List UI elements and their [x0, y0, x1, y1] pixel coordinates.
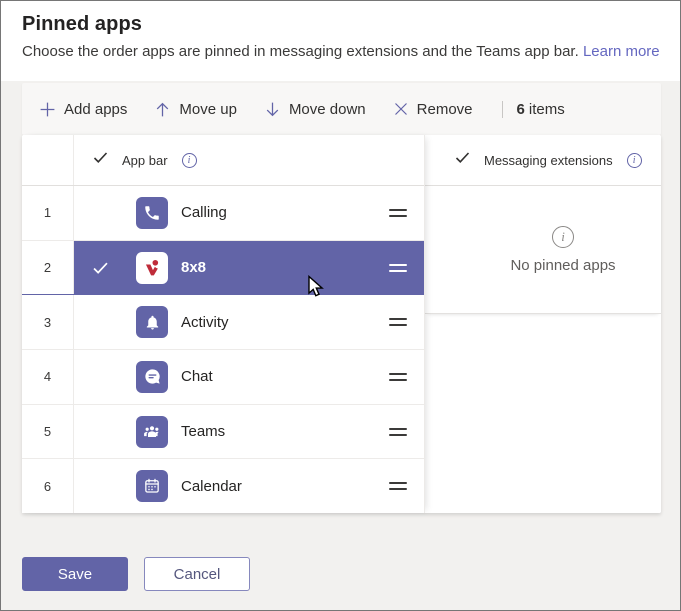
table-row[interactable]: 6 Calendar: [22, 459, 424, 514]
toolbar-buttons-host: Add apps Move up Move down Remove: [39, 101, 500, 118]
empty-state: i No pinned apps: [425, 186, 661, 314]
table-row[interactable]: 2 8x8: [22, 240, 424, 296]
selected-check-icon: [92, 261, 114, 275]
subtitle-text: Choose the order apps are pinned in mess…: [22, 43, 579, 60]
row-number: 4: [22, 350, 74, 404]
row-content[interactable]: Calendar: [74, 459, 424, 513]
save-button[interactable]: Save: [22, 557, 128, 591]
row-number: 3: [22, 295, 74, 350]
row-content[interactable]: Teams: [74, 405, 424, 459]
messaging-extensions-column-label: Messaging extensions: [484, 152, 613, 168]
app-bar-rows: 1 Calling 2 8x8 3 Activity 4 Chat 5 Team…: [22, 186, 424, 514]
learn-more-link[interactable]: Learn more: [583, 43, 660, 60]
move-down-button[interactable]: Move down: [264, 101, 366, 118]
row-number: 2: [22, 240, 74, 295]
app-name: Activity: [181, 313, 229, 331]
page-title: Pinned apps: [22, 13, 143, 35]
8x8-app-icon: [136, 251, 168, 284]
app-bar-info-icon[interactable]: i: [181, 152, 197, 168]
table-row[interactable]: 1 Calling: [22, 186, 424, 241]
empty-state-info-icon: i: [552, 225, 574, 248]
calendar-app-icon: [136, 470, 168, 503]
row-content[interactable]: Calling: [74, 186, 424, 240]
empty-state-text: No pinned apps: [510, 256, 616, 274]
toolbar-divider: [501, 100, 503, 118]
app-name: 8x8: [181, 259, 207, 276]
drag-handle-icon[interactable]: [389, 208, 407, 217]
drag-handle-icon[interactable]: [389, 318, 407, 327]
table-row[interactable]: 5 Teams: [22, 404, 424, 460]
row-number: 6: [22, 459, 74, 514]
app-bar-column: App bar i 1 Calling 2 8x8 3 Activity 4 C…: [22, 135, 425, 514]
app-bar-header-content: App bar i: [74, 151, 197, 169]
move-up-button[interactable]: Move up: [154, 101, 237, 118]
app-name: Calendar: [181, 477, 242, 495]
drag-handle-icon[interactable]: [389, 372, 407, 381]
add-apps-button[interactable]: Add apps: [39, 101, 127, 118]
item-count-label: items: [528, 100, 565, 118]
activity-app-icon: [136, 306, 168, 339]
move-up-arrow-icon: [154, 101, 171, 118]
app-bar-header: App bar i: [22, 135, 424, 186]
item-count: 6 items: [517, 101, 565, 118]
command-toolbar: Add apps Move up Move down Remove 6 items: [22, 83, 661, 135]
app-name: Calling: [181, 204, 227, 222]
messaging-extensions-header: Messaging extensions i: [425, 135, 661, 186]
table-row[interactable]: 3 Activity: [22, 295, 424, 351]
add-apps-plus-icon: [39, 101, 56, 118]
row-content[interactable]: Activity: [74, 295, 424, 349]
row-content[interactable]: Chat: [74, 350, 424, 404]
column-check-icon[interactable]: [455, 151, 470, 169]
remove-button[interactable]: Remove: [393, 101, 473, 118]
calling-app-icon: [136, 196, 168, 229]
page-header: Pinned apps Choose the order apps are pi…: [22, 13, 662, 60]
table-row[interactable]: 4 Chat: [22, 350, 424, 405]
teams-app-icon: [136, 415, 168, 448]
chat-app-icon: [136, 360, 168, 393]
app-bar-column-label: App bar: [122, 152, 168, 168]
messaging-extensions-info-icon[interactable]: i: [626, 152, 642, 168]
pinned-apps-table: App bar i 1 Calling 2 8x8 3 Activity 4 C…: [22, 135, 661, 514]
messaging-extensions-column: Messaging extensions i i No pinned apps: [425, 135, 661, 513]
cancel-button[interactable]: Cancel: [144, 557, 250, 591]
move-down-arrow-icon: [264, 101, 281, 118]
item-count-number: 6: [516, 100, 525, 118]
row-number: 5: [22, 404, 74, 459]
column-check-icon[interactable]: [93, 151, 108, 169]
drag-handle-icon[interactable]: [389, 427, 407, 436]
row-number: 1: [22, 186, 74, 240]
drag-handle-icon[interactable]: [389, 482, 407, 491]
app-name: Chat: [181, 368, 213, 386]
row-content[interactable]: 8x8: [74, 241, 424, 295]
remove-x-icon: [393, 101, 409, 117]
app-name: Teams: [181, 423, 226, 441]
drag-handle-icon[interactable]: [389, 263, 407, 272]
row-number-gutter-header: [22, 135, 74, 185]
page-subtitle: Choose the order apps are pinned in mess…: [22, 43, 662, 60]
